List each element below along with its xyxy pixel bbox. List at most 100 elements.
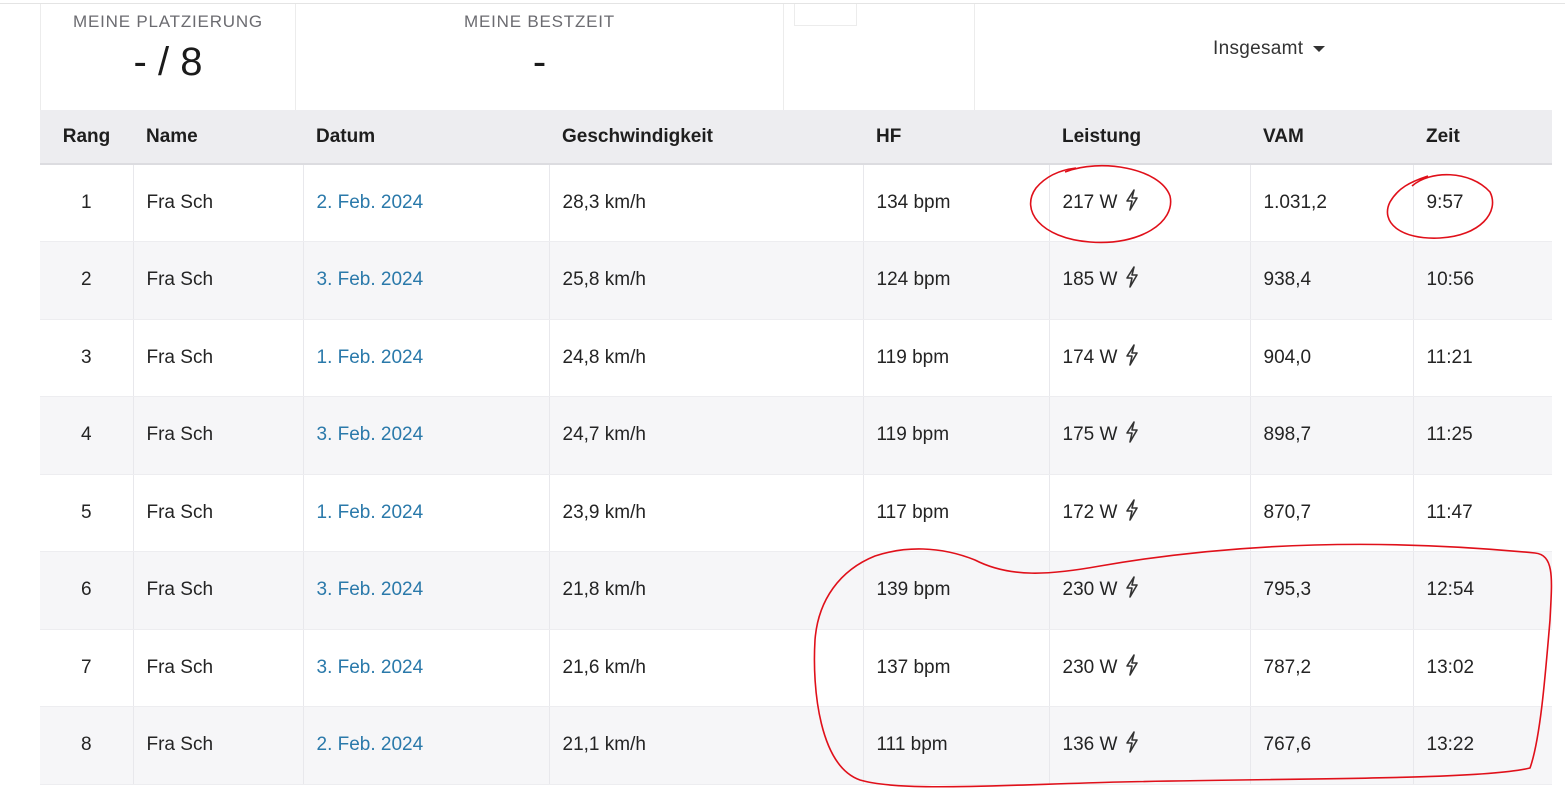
header-power[interactable]: Leistung (1049, 110, 1250, 164)
header-date[interactable]: Datum (303, 110, 549, 164)
power-cell: 172 W (1048, 474, 1250, 552)
rank-cell: 8 (40, 706, 133, 785)
date-link[interactable]: 3. Feb. 2024 (302, 551, 549, 630)
date-link[interactable]: 2. Feb. 2024 (302, 164, 549, 242)
header-vam[interactable]: VAM (1250, 110, 1413, 164)
header-hr[interactable]: HF (863, 110, 1049, 164)
power-cell: 230 W (1048, 629, 1250, 707)
power-cell: 136 W (1048, 706, 1250, 785)
table-row: 5 Fra Sch 1. Feb. 2024 23,9 km/h 117 bpm 172 … (40, 474, 1552, 552)
stats-bar: MEINE PLATZIERUNG - / 8 MEINE BESTZEIT -… (40, 4, 1552, 110)
name-cell: Fra Sch (132, 241, 303, 320)
header-name[interactable]: Name (133, 110, 303, 164)
date-link[interactable]: 1. Feb. 2024 (302, 319, 549, 397)
leaderboard-table: Rang Name Datum Geschwindigkeit HF Leist… (40, 110, 1552, 785)
lightning-bolt-icon (1125, 343, 1139, 372)
speed-cell: 25,8 km/h (548, 241, 863, 320)
speed-cell: 24,7 km/h (548, 396, 863, 475)
hr-cell: 111 bpm (862, 706, 1049, 785)
rank-cell: 1 (40, 164, 133, 242)
power-cell: 174 W (1048, 319, 1250, 397)
period-filter-dropdown[interactable]: Insgesamt (1213, 38, 1326, 60)
hr-cell: 117 bpm (862, 474, 1049, 552)
table-row: 4 Fra Sch 3. Feb. 2024 24,7 km/h 119 bpm 175 … (40, 396, 1552, 475)
header-speed[interactable]: Geschwindigkeit (549, 110, 863, 164)
power-value: 185 W (1062, 269, 1118, 291)
vam-cell: 904,0 (1249, 319, 1413, 397)
hr-cell: 139 bpm (862, 551, 1049, 630)
speed-cell: 21,1 km/h (548, 706, 863, 785)
vam-cell: 767,6 (1249, 706, 1413, 785)
vam-cell: 795,3 (1249, 551, 1413, 630)
power-cell: 230 W (1048, 551, 1250, 630)
filter-panel: Insgesamt (975, 4, 1552, 110)
time-cell: 13:02 (1412, 629, 1552, 707)
date-link[interactable]: 3. Feb. 2024 (302, 396, 549, 475)
besttime-label: MEINE BESTZEIT (464, 12, 615, 31)
power-value: 172 W (1062, 501, 1118, 523)
time-cell: 11:25 (1412, 396, 1552, 475)
period-filter-label: Insgesamt (1213, 38, 1304, 59)
hr-cell: 137 bpm (862, 629, 1049, 707)
hr-cell: 134 bpm (862, 164, 1049, 242)
caret-down-icon (1313, 46, 1326, 52)
power-value: 217 W (1062, 192, 1118, 213)
table-row: 6 Fra Sch 3. Feb. 2024 21,8 km/h 139 bpm 230 … (40, 551, 1552, 630)
rank-cell: 4 (40, 396, 133, 475)
rank-cell: 5 (40, 474, 133, 552)
date-link[interactable]: 1. Feb. 2024 (302, 474, 549, 552)
header-rank[interactable]: Rang (40, 110, 133, 164)
name-cell: Fra Sch (132, 319, 303, 397)
vam-cell: 1.031,2 (1249, 164, 1413, 242)
power-cell: 185 W (1048, 241, 1250, 320)
table-header-row: Rang Name Datum Geschwindigkeit HF Leist… (40, 110, 1552, 164)
name-cell: Fra Sch (132, 629, 303, 707)
speed-cell: 23,9 km/h (548, 474, 863, 552)
speed-cell: 21,6 km/h (548, 629, 863, 707)
speed-cell: 21,8 km/h (548, 551, 863, 630)
time-cell: 9:57 (1412, 164, 1552, 242)
hr-cell: 119 bpm (862, 396, 1049, 475)
power-value: 174 W (1062, 346, 1118, 368)
lightning-bolt-icon (1125, 576, 1139, 604)
vam-cell: 938,4 (1249, 241, 1413, 320)
power-cell: 175 W (1048, 396, 1250, 475)
vam-cell: 870,7 (1249, 474, 1413, 552)
lightning-bolt-icon (1125, 731, 1139, 759)
name-cell: Fra Sch (132, 396, 303, 475)
name-cell: Fra Sch (132, 474, 303, 552)
empty-placeholder (794, 4, 857, 26)
vam-cell: 898,7 (1249, 396, 1413, 475)
date-link[interactable]: 3. Feb. 2024 (302, 241, 549, 320)
table-row: 3 Fra Sch 1. Feb. 2024 24,8 km/h 119 bpm 174 … (40, 319, 1552, 397)
time-cell: 11:21 (1412, 319, 1552, 397)
placement-stat: MEINE PLATZIERUNG - / 8 (41, 4, 296, 110)
table-row: 1 Fra Sch 2. Feb. 2024 28,3 km/h 134 bpm 217 … (40, 164, 1552, 242)
name-cell: Fra Sch (132, 551, 303, 630)
date-link[interactable]: 2. Feb. 2024 (302, 706, 549, 785)
besttime-value: - (532, 40, 547, 84)
rank-cell: 6 (40, 551, 133, 630)
date-link[interactable]: 3. Feb. 2024 (302, 629, 549, 707)
placement-value: - / 8 (133, 40, 203, 84)
power-value: 136 W (1062, 734, 1118, 756)
power-cell: 217 W (1048, 164, 1250, 242)
empty-stat (784, 4, 975, 110)
header-time[interactable]: Zeit (1413, 110, 1552, 164)
power-value: 175 W (1062, 424, 1118, 446)
lightning-bolt-icon (1125, 653, 1139, 682)
time-cell: 13:22 (1412, 706, 1552, 785)
time-cell: 12:54 (1412, 551, 1552, 630)
name-cell: Fra Sch (132, 706, 303, 785)
power-value: 230 W (1062, 656, 1118, 678)
table-row: 2 Fra Sch 3. Feb. 2024 25,8 km/h 124 bpm 185 … (40, 241, 1552, 320)
table-row: 7 Fra Sch 3. Feb. 2024 21,6 km/h 137 bpm 230 … (40, 629, 1552, 707)
time-cell: 11:47 (1412, 474, 1552, 552)
vam-cell: 787,2 (1249, 629, 1413, 707)
hr-cell: 119 bpm (862, 319, 1049, 397)
lightning-bolt-icon (1125, 498, 1139, 527)
lightning-bolt-icon (1125, 266, 1139, 294)
lightning-bolt-icon (1125, 421, 1139, 449)
rank-cell: 3 (40, 319, 133, 397)
speed-cell: 28,3 km/h (548, 164, 863, 242)
